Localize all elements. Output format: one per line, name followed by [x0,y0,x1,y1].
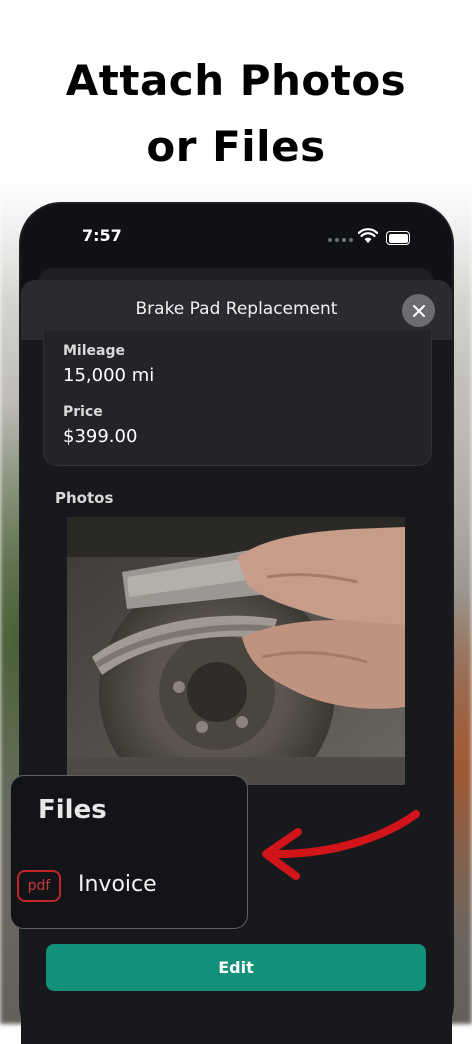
edit-button[interactable]: Edit [46,944,426,991]
status-icons [328,228,414,248]
status-time: 7:57 [82,226,122,245]
headline-line-1: Attach Photos [65,56,407,105]
pdf-file-icon[interactable]: pdf [17,870,61,902]
close-icon [412,304,425,317]
price-label: Price [63,404,103,420]
file-name-invoice[interactable]: Invoice [78,872,157,897]
photo-thumbnail[interactable] [67,517,405,785]
headline-line-2: or Files [146,122,326,171]
battery-icon [386,231,410,245]
photos-label: Photos [55,489,114,507]
wifi-icon [358,228,378,243]
mileage-label: Mileage [63,343,125,359]
signal-icon [328,238,353,242]
arrow-icon [262,810,420,880]
price-value: $399.00 [63,426,138,447]
mileage-value: 15,000 mi [63,365,155,386]
files-title: Files [38,795,107,825]
promo-headline: Attach Photos or Files [0,48,472,180]
close-button[interactable] [402,294,435,327]
sheet-title: Brake Pad Replacement [135,299,338,319]
brake-pad-photo [67,517,405,785]
